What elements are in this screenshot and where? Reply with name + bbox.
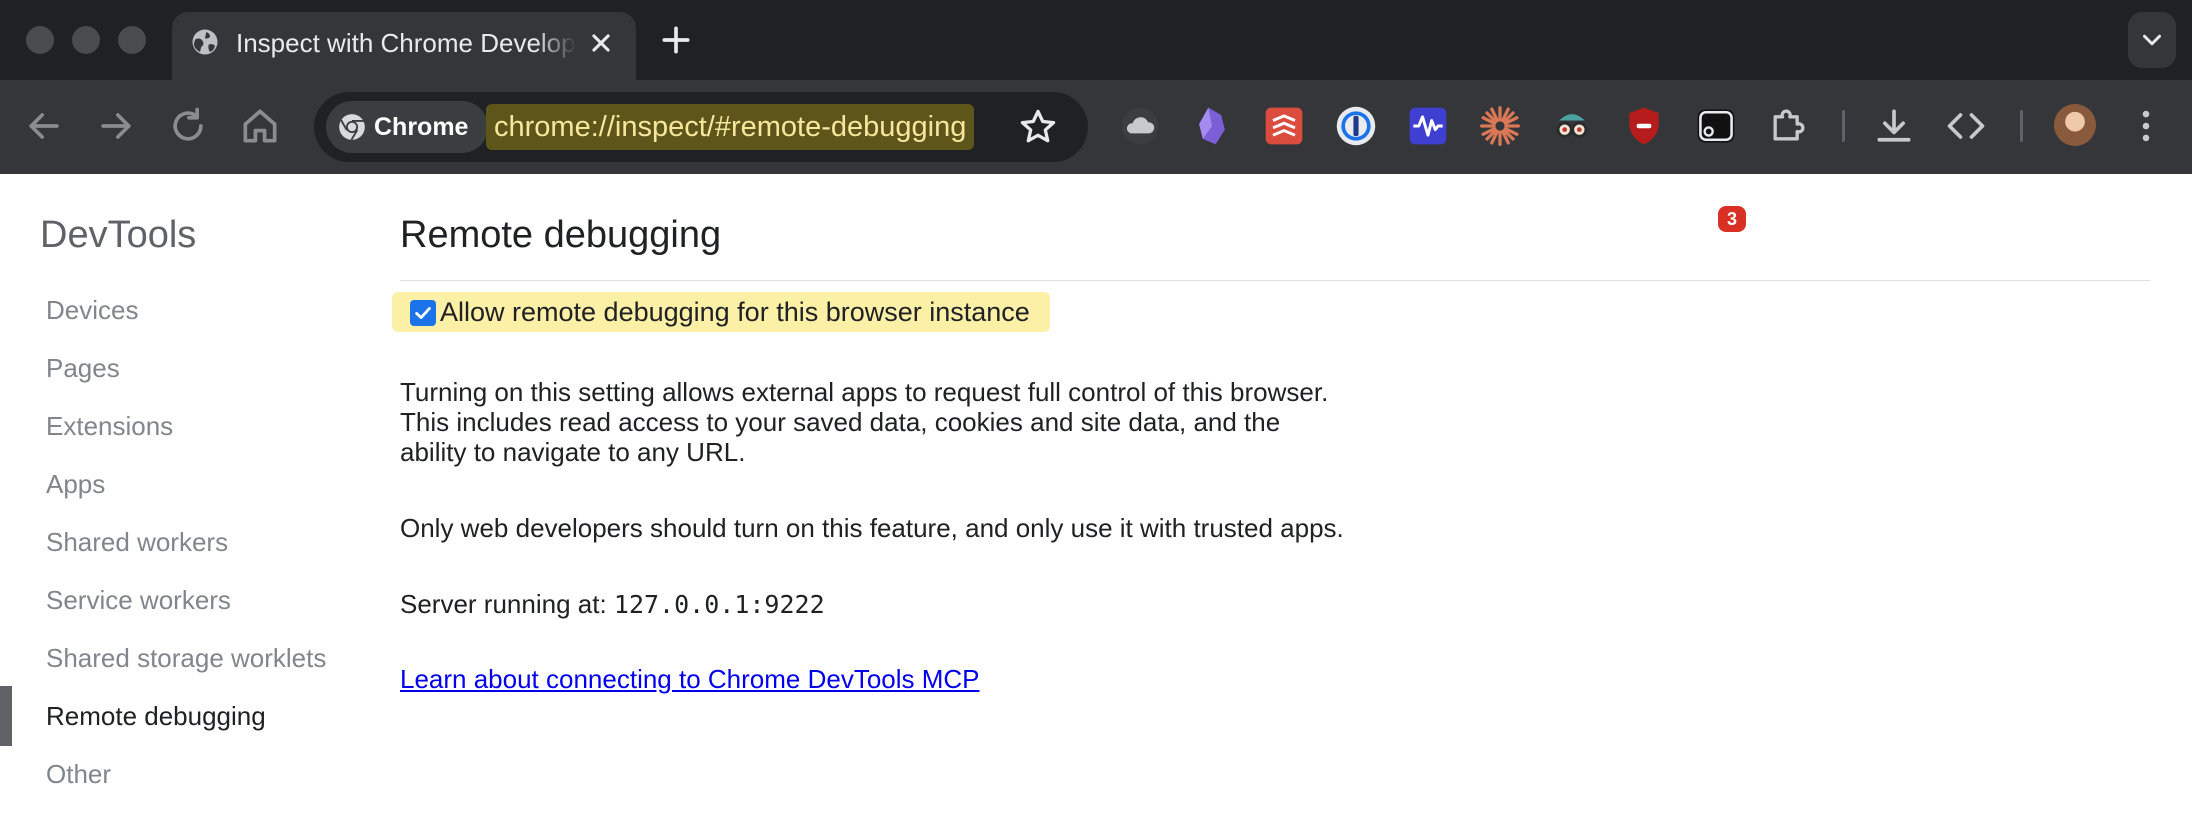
- home-icon[interactable]: [238, 104, 282, 148]
- learn-devtools-mcp-link[interactable]: Learn about connecting to Chrome DevTool…: [400, 664, 980, 695]
- todoist-extension-icon[interactable]: [1262, 104, 1306, 148]
- download-icon[interactable]: [1872, 104, 1916, 148]
- tab-title: Inspect with Chrome Developer Tools: [236, 28, 576, 58]
- allow-remote-debugging-label[interactable]: Allow remote debugging for this browser …: [440, 292, 1030, 332]
- tab-search-button[interactable]: [2128, 12, 2176, 68]
- spy-glasses-extension-icon[interactable]: [1550, 104, 1594, 148]
- selected-item-indicator: [0, 686, 12, 746]
- server-status: Server running at: 127.0.0.1:9222: [400, 589, 825, 620]
- star-icon[interactable]: [1016, 105, 1060, 149]
- description-line: Turning on this setting allows external …: [400, 377, 1329, 407]
- globe-icon: [192, 29, 218, 55]
- chip-label: Chrome: [374, 113, 469, 141]
- screen-capture-extension-icon[interactable]: [1694, 104, 1738, 148]
- sidebar-item-shared-workers[interactable]: Shared workers: [46, 522, 228, 562]
- sidebar-item-devices[interactable]: Devices: [46, 290, 138, 330]
- puzzle-extensions-icon[interactable]: [1766, 104, 1810, 148]
- arrow-left-icon[interactable]: [22, 104, 66, 148]
- tab-strip: Inspect with Chrome Developer Tools: [0, 0, 2192, 80]
- arrow-right-icon[interactable]: [94, 104, 138, 148]
- active-tab[interactable]: Inspect with Chrome Developer Tools: [172, 12, 636, 80]
- checkmark-icon: [415, 307, 431, 319]
- omnibox[interactable]: Chrome chrome://inspect/#remote-debuggin…: [314, 92, 1088, 162]
- chevron-down-icon: [2143, 34, 2161, 46]
- avatar[interactable]: [2054, 104, 2096, 146]
- reload-icon[interactable]: [166, 104, 210, 148]
- close-window-button[interactable]: [26, 26, 54, 54]
- kebab-menu-icon[interactable]: [2124, 104, 2168, 148]
- sidebar-item-remote-debugging[interactable]: Remote debugging: [46, 696, 266, 736]
- page-title: Remote debugging: [400, 214, 722, 256]
- description-line: ability to navigate to any URL.: [400, 437, 746, 467]
- sidebar-item-service-workers[interactable]: Service workers: [46, 580, 231, 620]
- browser-toolbar: Chrome chrome://inspect/#remote-debuggin…: [0, 80, 2192, 232]
- title-divider: [400, 280, 2150, 281]
- chrome-logo-icon: [339, 114, 365, 141]
- url-text[interactable]: chrome://inspect/#remote-debugging: [486, 104, 975, 150]
- sidebar-item-apps[interactable]: Apps: [46, 464, 105, 504]
- sidebar-item-extensions[interactable]: Extensions: [46, 406, 173, 446]
- close-icon[interactable]: [584, 26, 618, 60]
- maximize-window-button[interactable]: [118, 26, 146, 54]
- cloud-extension-icon[interactable]: [1118, 104, 1162, 148]
- obsidian-extension-icon[interactable]: [1190, 104, 1234, 148]
- shield-extension-icon[interactable]: [1622, 104, 1666, 148]
- minimize-window-button[interactable]: [72, 26, 100, 54]
- server-label: Server running at:: [400, 589, 607, 619]
- onepassword-extension-icon[interactable]: [1334, 104, 1378, 148]
- waveform-extension-icon[interactable]: [1406, 104, 1450, 148]
- allow-remote-debugging-checkbox[interactable]: [410, 300, 436, 326]
- toolbar-divider: [2020, 110, 2023, 142]
- extension-badge: 3: [1718, 206, 1746, 232]
- sunburst-extension-icon[interactable]: [1478, 104, 1522, 148]
- allow-remote-debugging-row[interactable]: Allow remote debugging for this browser …: [392, 292, 1050, 332]
- toolbar-divider: [1842, 110, 1845, 142]
- code-icon[interactable]: [1944, 104, 1988, 148]
- site-info-chip[interactable]: Chrome: [326, 101, 488, 153]
- sidebar-item-other[interactable]: Other: [46, 754, 111, 794]
- sidebar-item-shared-storage-worklets[interactable]: Shared storage worklets: [46, 638, 326, 678]
- description-line: This includes read access to your saved …: [400, 407, 1281, 437]
- sidebar-title: DevTools: [40, 214, 197, 256]
- warning-text: Only web developers should turn on this …: [400, 513, 1344, 543]
- plus-icon[interactable]: [656, 20, 696, 60]
- sidebar-item-pages[interactable]: Pages: [46, 348, 120, 388]
- server-address: 127.0.0.1:9222: [613, 590, 825, 619]
